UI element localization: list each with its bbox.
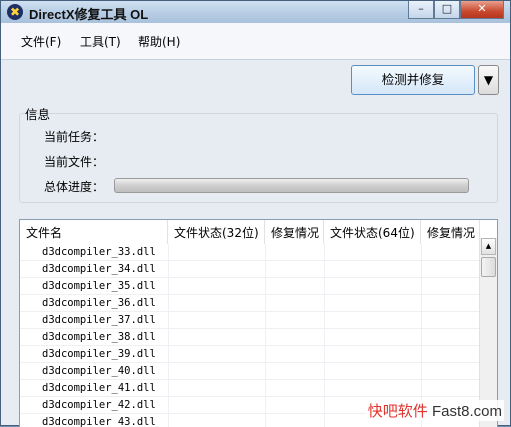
column-separator: [324, 295, 325, 312]
window-controls: – □ ✕: [408, 1, 504, 19]
column-separator: [324, 244, 325, 261]
column-separator: [324, 380, 325, 397]
overall-progress-label: 总体进度：: [44, 180, 105, 194]
menu-help[interactable]: 帮助(H): [138, 33, 180, 50]
column-header-status-64[interactable]: 文件状态(64位): [324, 220, 421, 244]
column-separator: [265, 414, 266, 427]
table-row[interactable]: d3dcompiler_34.dll: [20, 261, 480, 278]
maximize-button[interactable]: □: [434, 1, 460, 19]
column-header-repair-64[interactable]: 修复情况: [421, 220, 480, 244]
column-separator: [168, 295, 169, 312]
column-separator: [265, 329, 266, 346]
watermark-text-domain: Fast8.com: [427, 403, 502, 420]
column-separator: [265, 346, 266, 363]
menu-bar: 文件(F) 工具(T) 帮助(H): [1, 23, 510, 60]
table-row[interactable]: d3dcompiler_41.dll: [20, 380, 480, 397]
file-name-cell: d3dcompiler_38.dll: [42, 331, 156, 343]
column-separator: [324, 261, 325, 278]
window-title: DirectX修复工具 OL: [29, 7, 149, 22]
column-separator: [421, 363, 422, 380]
column-separator: [265, 397, 266, 414]
table-row[interactable]: d3dcompiler_38.dll: [20, 329, 480, 346]
file-name-cell: d3dcompiler_42.dll: [42, 399, 156, 411]
overall-progress-bar: [114, 178, 469, 193]
column-separator: [265, 363, 266, 380]
detect-and-repair-button[interactable]: 检测并修复: [351, 65, 475, 95]
minimize-button[interactable]: –: [408, 1, 434, 19]
file-name-cell: d3dcompiler_35.dll: [42, 280, 156, 292]
column-separator: [421, 295, 422, 312]
close-button[interactable]: ✕: [460, 1, 504, 19]
column-separator: [265, 244, 266, 261]
column-separator: [168, 380, 169, 397]
column-separator: [168, 329, 169, 346]
column-separator: [168, 346, 169, 363]
column-separator: [324, 397, 325, 414]
column-separator: [324, 346, 325, 363]
column-separator: [168, 261, 169, 278]
table-row[interactable]: d3dcompiler_39.dll: [20, 346, 480, 363]
file-name-cell: d3dcompiler_37.dll: [42, 314, 156, 326]
app-window: ✖ DirectX修复工具 OL – □ ✕ 文件(F) 工具(T) 帮助(H)…: [0, 0, 511, 427]
file-name-cell: d3dcompiler_39.dll: [42, 348, 156, 360]
file-name-cell: d3dcompiler_43.dll: [42, 416, 156, 427]
column-separator: [421, 312, 422, 329]
column-separator: [324, 363, 325, 380]
file-name-cell: d3dcompiler_36.dll: [42, 297, 156, 309]
column-separator: [324, 329, 325, 346]
column-separator: [265, 380, 266, 397]
dropdown-arrow-button[interactable]: ▼: [478, 65, 499, 95]
current-file-label: 当前文件：: [44, 155, 105, 169]
column-separator: [168, 244, 169, 261]
column-separator: [421, 244, 422, 261]
column-separator: [324, 278, 325, 295]
site-watermark: 快吧软件 Fast8.com: [365, 400, 504, 421]
file-name-cell: d3dcompiler_40.dll: [42, 365, 156, 377]
column-separator: [421, 329, 422, 346]
file-name-cell: d3dcompiler_33.dll: [42, 246, 156, 258]
file-name-cell: d3dcompiler_34.dll: [42, 263, 156, 275]
table-row[interactable]: d3dcompiler_40.dll: [20, 363, 480, 380]
column-separator: [324, 414, 325, 427]
menu-tools[interactable]: 工具(T): [80, 33, 121, 50]
column-header-filename[interactable]: 文件名: [20, 220, 168, 244]
current-task-label: 当前任务：: [44, 130, 105, 144]
table-row[interactable]: d3dcompiler_33.dll: [20, 244, 480, 261]
column-separator: [421, 346, 422, 363]
menu-file[interactable]: 文件(F): [21, 33, 61, 50]
column-separator: [421, 380, 422, 397]
column-separator: [168, 363, 169, 380]
column-separator: [265, 278, 266, 295]
scroll-up-icon[interactable]: ▲: [481, 238, 496, 255]
column-separator: [168, 414, 169, 427]
column-separator: [168, 397, 169, 414]
column-separator: [168, 278, 169, 295]
column-separator: [265, 312, 266, 329]
file-list-header: 文件名 文件状态(32位) 修复情况 文件状态(64位) 修复情况: [20, 220, 480, 244]
table-row[interactable]: d3dcompiler_36.dll: [20, 295, 480, 312]
column-header-repair-32[interactable]: 修复情况: [265, 220, 324, 244]
column-separator: [265, 295, 266, 312]
table-row[interactable]: d3dcompiler_37.dll: [20, 312, 480, 329]
column-separator: [421, 278, 422, 295]
column-header-status-32[interactable]: 文件状态(32位): [168, 220, 265, 244]
file-list[interactable]: 文件名 文件状态(32位) 修复情况 文件状态(64位) 修复情况 d3dcom…: [19, 219, 498, 427]
title-bar[interactable]: ✖ DirectX修复工具 OL – □ ✕: [1, 1, 510, 23]
column-separator: [168, 312, 169, 329]
column-separator: [421, 261, 422, 278]
directx-app-icon: ✖: [7, 4, 23, 20]
scroll-thumb[interactable]: [481, 257, 496, 277]
file-name-cell: d3dcompiler_41.dll: [42, 382, 156, 394]
vertical-scrollbar[interactable]: ▲: [479, 238, 497, 427]
column-separator: [265, 261, 266, 278]
watermark-text-cn: 快吧软件: [367, 403, 428, 420]
info-group-title: 信息: [25, 107, 51, 122]
column-separator: [324, 312, 325, 329]
table-row[interactable]: d3dcompiler_35.dll: [20, 278, 480, 295]
